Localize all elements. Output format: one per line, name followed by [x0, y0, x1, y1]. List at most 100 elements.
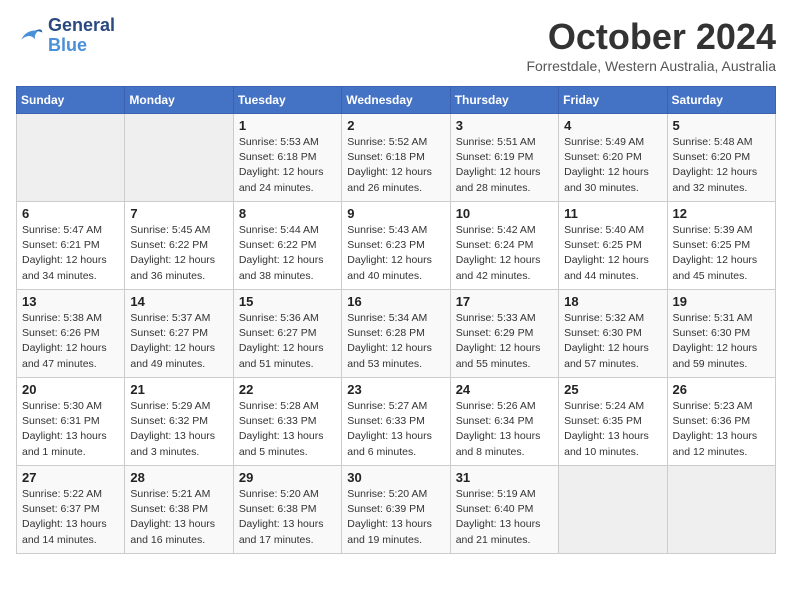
day-number: 7	[130, 206, 227, 221]
weekday-header: Saturday	[667, 87, 775, 114]
calendar-cell: 1 Sunrise: 5:53 AMSunset: 6:18 PMDaylight…	[233, 114, 341, 202]
day-number: 3	[456, 118, 553, 133]
title-block: October 2024 Forrestdale, Western Austra…	[526, 16, 776, 74]
day-info: Sunrise: 5:53 AMSunset: 6:18 PMDaylight:…	[239, 135, 336, 196]
calendar-cell	[125, 114, 233, 202]
calendar-cell: 9 Sunrise: 5:43 AMSunset: 6:23 PMDaylight…	[342, 202, 450, 290]
weekday-header: Monday	[125, 87, 233, 114]
day-info: Sunrise: 5:30 AMSunset: 6:31 PMDaylight:…	[22, 399, 119, 460]
calendar-cell: 4 Sunrise: 5:49 AMSunset: 6:20 PMDaylight…	[559, 114, 667, 202]
calendar-cell: 7 Sunrise: 5:45 AMSunset: 6:22 PMDaylight…	[125, 202, 233, 290]
day-number: 25	[564, 382, 661, 397]
day-number: 8	[239, 206, 336, 221]
calendar-cell: 30 Sunrise: 5:20 AMSunset: 6:39 PMDayligh…	[342, 466, 450, 554]
day-info: Sunrise: 5:42 AMSunset: 6:24 PMDaylight:…	[456, 223, 553, 284]
day-number: 16	[347, 294, 444, 309]
calendar-cell	[667, 466, 775, 554]
day-info: Sunrise: 5:19 AMSunset: 6:40 PMDaylight:…	[456, 487, 553, 548]
day-info: Sunrise: 5:32 AMSunset: 6:30 PMDaylight:…	[564, 311, 661, 372]
calendar-cell: 18 Sunrise: 5:32 AMSunset: 6:30 PMDayligh…	[559, 290, 667, 378]
calendar-cell: 5 Sunrise: 5:48 AMSunset: 6:20 PMDaylight…	[667, 114, 775, 202]
calendar-week-row: 20 Sunrise: 5:30 AMSunset: 6:31 PMDayligh…	[17, 378, 776, 466]
calendar-cell: 12Sunrise: 5:39 AMSunset: 6:25 PMDayligh…	[667, 202, 775, 290]
calendar-cell: 16 Sunrise: 5:34 AMSunset: 6:28 PMDayligh…	[342, 290, 450, 378]
calendar-cell: 26 Sunrise: 5:23 AMSunset: 6:36 PMDayligh…	[667, 378, 775, 466]
weekday-header: Sunday	[17, 87, 125, 114]
day-info: Sunrise: 5:45 AMSunset: 6:22 PMDaylight:…	[130, 223, 227, 284]
day-info: Sunrise: 5:44 AMSunset: 6:22 PMDaylight:…	[239, 223, 336, 284]
day-info: Sunrise: 5:40 AMSunset: 6:25 PMDaylight:…	[564, 223, 661, 284]
day-number: 20	[22, 382, 119, 397]
day-info: Sunrise: 5:24 AMSunset: 6:35 PMDaylight:…	[564, 399, 661, 460]
logo-text-line1: General	[48, 16, 115, 36]
day-number: 26	[673, 382, 770, 397]
calendar-cell: 21 Sunrise: 5:29 AMSunset: 6:32 PMDayligh…	[125, 378, 233, 466]
weekday-header: Wednesday	[342, 87, 450, 114]
day-info: Sunrise: 5:43 AMSunset: 6:23 PMDaylight:…	[347, 223, 444, 284]
day-info: Sunrise: 5:29 AMSunset: 6:32 PMDaylight:…	[130, 399, 227, 460]
logo: General Blue	[16, 16, 115, 56]
weekday-header: Friday	[559, 87, 667, 114]
calendar-week-row: 13 Sunrise: 5:38 AMSunset: 6:26 PMDayligh…	[17, 290, 776, 378]
month-title: October 2024	[526, 16, 776, 58]
calendar-cell: 3Sunrise: 5:51 AMSunset: 6:19 PMDaylight…	[450, 114, 558, 202]
calendar-cell: 23 Sunrise: 5:27 AMSunset: 6:33 PMDayligh…	[342, 378, 450, 466]
day-info: Sunrise: 5:38 AMSunset: 6:26 PMDaylight:…	[22, 311, 119, 372]
calendar-cell: 22 Sunrise: 5:28 AMSunset: 6:33 PMDayligh…	[233, 378, 341, 466]
calendar-cell: 17 Sunrise: 5:33 AMSunset: 6:29 PMDayligh…	[450, 290, 558, 378]
calendar-cell: 25 Sunrise: 5:24 AMSunset: 6:35 PMDayligh…	[559, 378, 667, 466]
location-subtitle: Forrestdale, Western Australia, Australi…	[526, 58, 776, 74]
day-number: 27	[22, 470, 119, 485]
calendar-week-row: 1 Sunrise: 5:53 AMSunset: 6:18 PMDaylight…	[17, 114, 776, 202]
calendar-cell: 10Sunrise: 5:42 AMSunset: 6:24 PMDayligh…	[450, 202, 558, 290]
weekday-header: Tuesday	[233, 87, 341, 114]
calendar-cell: 11Sunrise: 5:40 AMSunset: 6:25 PMDayligh…	[559, 202, 667, 290]
day-info: Sunrise: 5:20 AMSunset: 6:39 PMDaylight:…	[347, 487, 444, 548]
weekday-header-row: SundayMondayTuesdayWednesdayThursdayFrid…	[17, 87, 776, 114]
day-info: Sunrise: 5:48 AMSunset: 6:20 PMDaylight:…	[673, 135, 770, 196]
day-number: 30	[347, 470, 444, 485]
day-info: Sunrise: 5:47 AMSunset: 6:21 PMDaylight:…	[22, 223, 119, 284]
day-number: 31	[456, 470, 553, 485]
day-info: Sunrise: 5:21 AMSunset: 6:38 PMDaylight:…	[130, 487, 227, 548]
calendar-cell	[17, 114, 125, 202]
day-number: 29	[239, 470, 336, 485]
calendar-cell: 24Sunrise: 5:26 AMSunset: 6:34 PMDayligh…	[450, 378, 558, 466]
calendar-cell: 6Sunrise: 5:47 AMSunset: 6:21 PMDaylight…	[17, 202, 125, 290]
calendar-cell	[559, 466, 667, 554]
day-info: Sunrise: 5:34 AMSunset: 6:28 PMDaylight:…	[347, 311, 444, 372]
calendar-cell: 20 Sunrise: 5:30 AMSunset: 6:31 PMDayligh…	[17, 378, 125, 466]
day-number: 28	[130, 470, 227, 485]
day-number: 18	[564, 294, 661, 309]
day-info: Sunrise: 5:33 AMSunset: 6:29 PMDaylight:…	[456, 311, 553, 372]
calendar-cell: 28 Sunrise: 5:21 AMSunset: 6:38 PMDayligh…	[125, 466, 233, 554]
day-info: Sunrise: 5:28 AMSunset: 6:33 PMDaylight:…	[239, 399, 336, 460]
day-info: Sunrise: 5:26 AMSunset: 6:34 PMDaylight:…	[456, 399, 553, 460]
day-number: 1	[239, 118, 336, 133]
calendar-table: SundayMondayTuesdayWednesdayThursdayFrid…	[16, 86, 776, 554]
day-number: 5	[673, 118, 770, 133]
day-info: Sunrise: 5:49 AMSunset: 6:20 PMDaylight:…	[564, 135, 661, 196]
calendar-cell: 13 Sunrise: 5:38 AMSunset: 6:26 PMDayligh…	[17, 290, 125, 378]
logo-text-line2: Blue	[48, 36, 115, 56]
calendar-week-row: 27 Sunrise: 5:22 AMSunset: 6:37 PMDayligh…	[17, 466, 776, 554]
day-info: Sunrise: 5:27 AMSunset: 6:33 PMDaylight:…	[347, 399, 444, 460]
calendar-cell: 14Sunrise: 5:37 AMSunset: 6:27 PMDayligh…	[125, 290, 233, 378]
day-number: 21	[130, 382, 227, 397]
day-number: 15	[239, 294, 336, 309]
day-number: 4	[564, 118, 661, 133]
calendar-cell: 15Sunrise: 5:36 AMSunset: 6:27 PMDayligh…	[233, 290, 341, 378]
day-info: Sunrise: 5:22 AMSunset: 6:37 PMDaylight:…	[22, 487, 119, 548]
day-info: Sunrise: 5:20 AMSunset: 6:38 PMDaylight:…	[239, 487, 336, 548]
day-number: 22	[239, 382, 336, 397]
day-info: Sunrise: 5:23 AMSunset: 6:36 PMDaylight:…	[673, 399, 770, 460]
day-number: 13	[22, 294, 119, 309]
page-header: General Blue October 2024 Forrestdale, W…	[16, 16, 776, 74]
day-info: Sunrise: 5:37 AMSunset: 6:27 PMDaylight:…	[130, 311, 227, 372]
logo-icon	[16, 22, 44, 50]
day-number: 17	[456, 294, 553, 309]
day-info: Sunrise: 5:39 AMSunset: 6:25 PMDaylight:…	[673, 223, 770, 284]
day-number: 9	[347, 206, 444, 221]
calendar-week-row: 6Sunrise: 5:47 AMSunset: 6:21 PMDaylight…	[17, 202, 776, 290]
day-number: 23	[347, 382, 444, 397]
